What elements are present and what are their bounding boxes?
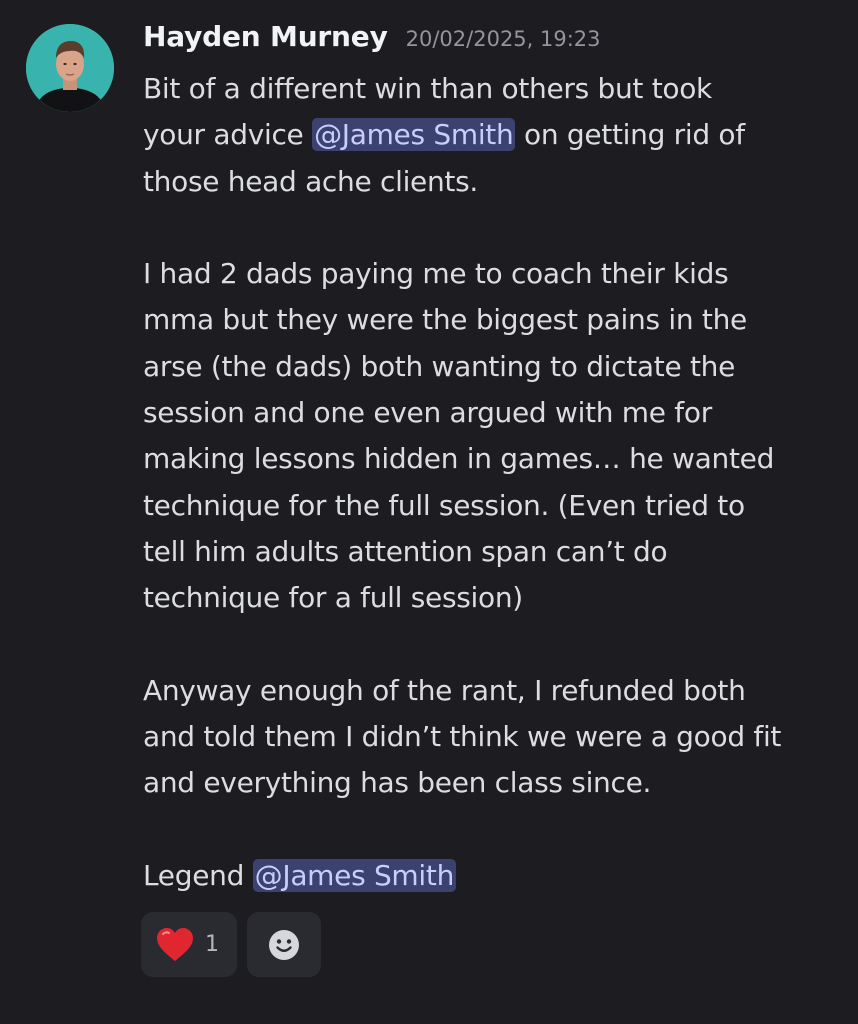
reaction-count: 1 [205, 932, 219, 957]
message-text: Legend [143, 859, 253, 893]
user-avatar[interactable] [26, 24, 114, 112]
heart-reaction-button[interactable]: 1 [141, 912, 237, 977]
avatar-portrait-image [26, 24, 114, 112]
author-name[interactable]: Hayden Murney [143, 20, 388, 53]
message-line: Anyway enough of the rant, I refunded bo… [143, 673, 746, 707]
message-line: arse (the dads) both wanting to dictate … [143, 349, 736, 383]
message-line: mma but they were the biggest pains in t… [143, 303, 747, 337]
reactions-bar: 1 [141, 912, 321, 977]
user-mention[interactable]: @James Smith [252, 859, 457, 893]
message-line: your advice @James Smith on getting rid … [143, 112, 843, 158]
message-line: I had 2 dads paying me to coach their ki… [143, 257, 729, 291]
heart-icon [157, 927, 193, 961]
message-line: session and one even argued with me for [143, 396, 712, 430]
message-timestamp: 20/02/2025, 19:23 [405, 27, 601, 51]
message-line: Bit of a different win than others but t… [143, 72, 712, 105]
chat-message: Hayden Murney 20/02/2025, 19:23 Bit of a… [0, 0, 858, 1024]
message-content: Bit of a different win than others but t… [143, 66, 843, 899]
message-line: making lessons hidden in games… he wante… [143, 442, 775, 476]
add-reaction-smile-icon [269, 929, 299, 960]
message-line: technique for the full session. (Even tr… [143, 488, 745, 522]
message-line: those head ache clients. [143, 164, 478, 198]
message-text: on getting rid of [515, 118, 745, 152]
message-line: Legend @James Smith [143, 853, 843, 899]
message-text: your advice [143, 118, 313, 152]
user-mention[interactable]: @James Smith [312, 118, 516, 152]
message-line: and everything has been class since. [143, 766, 652, 800]
message-line: technique for a full session) [143, 581, 523, 615]
message-line: tell him adults attention span can’t do [143, 534, 668, 568]
add-reaction-button[interactable] [247, 912, 321, 977]
message-line: and told them I didn’t think we were a g… [143, 720, 782, 754]
message-header: Hayden Murney 20/02/2025, 19:23 [143, 20, 601, 64]
